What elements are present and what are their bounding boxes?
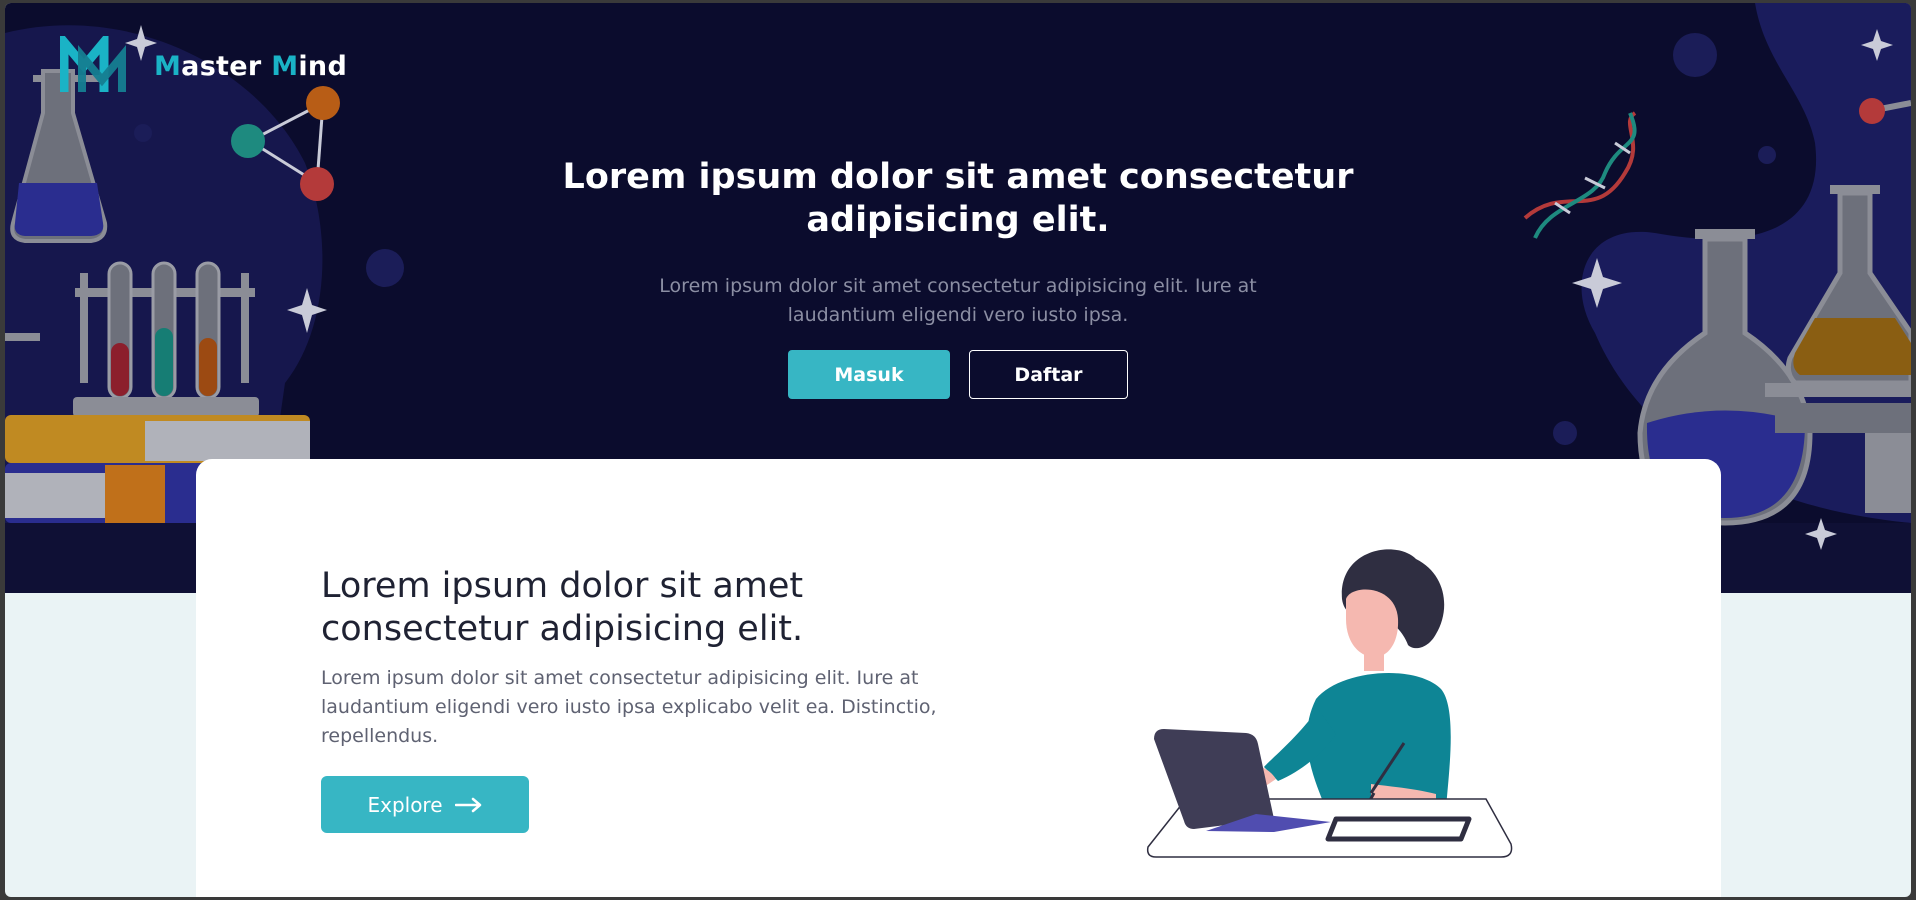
hero-content: Lorem ipsum dolor sit amet consectetur a… — [5, 156, 1911, 399]
feature-description: Lorem ipsum dolor sit amet consectetur a… — [321, 667, 937, 747]
login-button[interactable]: Masuk — [788, 350, 950, 399]
logo-mark-icon — [60, 36, 126, 92]
hero-actions: Masuk Daftar — [5, 350, 1911, 399]
hero-subtitle: Lorem ipsum dolor sit amet consectetur a… — [659, 275, 1257, 326]
hero-title: Lorem ipsum dolor sit amet consectetur a… — [562, 157, 1354, 240]
browser-viewport: Master Mind Lorem ipsum dolor sit amet c… — [5, 3, 1911, 897]
register-button[interactable]: Daftar — [969, 350, 1128, 399]
explore-label: Explore — [367, 792, 443, 817]
explore-button[interactable]: Explore — [321, 776, 529, 833]
person-at-laptop-illustration — [1146, 549, 1513, 858]
brand-name: Master Mind — [154, 50, 348, 82]
feature-card: Lorem ipsum dolor sit amet consectetur a… — [196, 459, 1721, 897]
arrow-right-icon — [454, 797, 481, 812]
brand-logo[interactable]: Master Mind — [60, 36, 347, 96]
feature-title: Lorem ipsum dolor sit amet consectetur a… — [321, 566, 804, 649]
